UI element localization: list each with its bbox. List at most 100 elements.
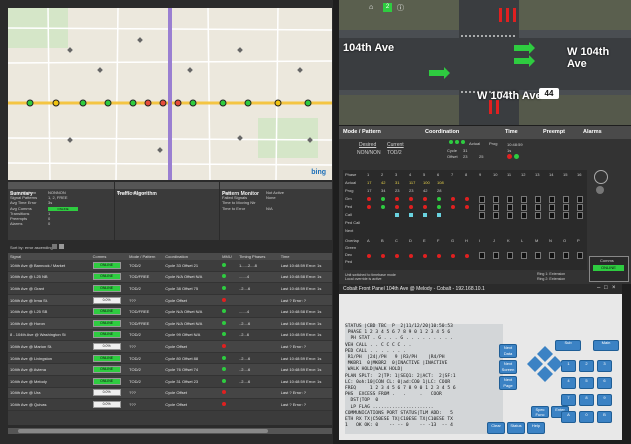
overlap-indicator <box>395 254 399 258</box>
signal-marker[interactable] <box>244 99 252 107</box>
controller-settings-icon[interactable] <box>596 186 604 194</box>
phase-slot <box>577 196 583 203</box>
control-button[interactable]: Clear <box>487 422 505 434</box>
phase-actual-value: 117 <box>409 180 416 185</box>
close-icon[interactable]: × <box>612 285 616 291</box>
table-row[interactable]: 104th Ave @ I-25 NB ONLINE TOD/FREE Cycle N… <box>8 271 332 284</box>
table-row[interactable]: 104th Ave @ Grant ONLINE TOD/2 Cycle 38 Off… <box>8 282 332 295</box>
signal-marker[interactable] <box>304 99 312 107</box>
phase-slot <box>479 196 485 203</box>
coord-cell: Cycle Offset <box>163 340 221 353</box>
table-row[interactable]: 8 - 104th Ave @ Washington St ONLINE TOD/2… <box>8 329 332 342</box>
pattern-monitor-row: Time to Error N/A <box>222 206 330 211</box>
phase-row-label: Ped Call <box>345 220 361 225</box>
mode-cell: TOD/2 <box>127 282 164 295</box>
minimize-icon[interactable]: – <box>597 285 600 291</box>
time-cell: Last 10:48:58 Error: 1s <box>278 317 332 330</box>
left-arrow-icon[interactable] <box>527 356 543 372</box>
direction-pad[interactable] <box>525 344 565 384</box>
table-row[interactable]: 104th Ave @ Irma St. 0.0%??? Cycle Offset L… <box>8 294 332 307</box>
sort-toggle-icon[interactable] <box>59 244 64 249</box>
table-row[interactable]: 104th Ave @ Quivas 0.0%??? Cycle Offset Las… <box>8 398 332 411</box>
home-icon[interactable]: ⌂ <box>369 4 373 11</box>
signal-marker[interactable] <box>26 99 34 107</box>
table-row[interactable]: 104th Ave @ Huron ONLINE TOD/FREE Cycle N/A… <box>8 317 332 330</box>
sort-bar[interactable]: Sort by: error ascending <box>8 242 332 252</box>
phase-slot <box>507 212 513 219</box>
comms-box: Comms ONLINE <box>589 256 629 282</box>
controller-time-value: 10:48:59 <box>507 142 523 147</box>
overlap-letter: M <box>535 238 539 243</box>
phases-cell: ..2....6 <box>237 282 279 295</box>
horizontal-scrollbar[interactable] <box>8 428 332 434</box>
comms-bar: ONLINE <box>92 377 121 385</box>
control-button[interactable]: Help <box>527 422 545 434</box>
phase-slot <box>507 204 513 211</box>
signal-marker[interactable] <box>219 99 227 107</box>
signal-marker[interactable] <box>144 99 152 107</box>
pattern-monitor-label: Time to Error <box>222 205 246 211</box>
info-icon[interactable]: ⓘ <box>397 3 404 13</box>
function-button[interactable]: Spec Func <box>531 406 549 418</box>
keypad-key[interactable]: 5 <box>579 377 594 389</box>
up-arrow-icon[interactable] <box>537 346 553 362</box>
overlap-row-label: Overlap <box>345 238 360 243</box>
main-button[interactable]: Main <box>593 340 619 351</box>
signal-marker[interactable] <box>52 99 60 107</box>
phase-number: 7 <box>451 172 454 177</box>
mmu-status-cell <box>220 352 238 365</box>
keypad-key[interactable]: 9 <box>597 394 612 406</box>
signal-marker[interactable] <box>274 99 282 107</box>
keypad-key[interactable]: B <box>597 411 612 423</box>
keypad-key[interactable]: A <box>561 411 576 423</box>
keypad-key[interactable]: 2 <box>579 360 594 372</box>
controller-dial-icon[interactable] <box>594 170 608 184</box>
table-row[interactable]: 104th Ave @ Aviena ONLINE TOD/2 Cycle 76 Of… <box>8 363 332 376</box>
nav-button[interactable]: Next Data <box>499 344 517 358</box>
table-row[interactable]: 104th Ave @ I-25 SB ONLINE TOD/FREE Cycle N… <box>8 305 332 318</box>
column-header[interactable]: Time <box>278 253 332 260</box>
nav-button[interactable]: Next Page <box>499 376 517 390</box>
table-row[interactable]: 104th Ave @ Bannock / Market ONLINE TOD/2 C… <box>8 260 332 272</box>
signal-marker[interactable] <box>104 99 112 107</box>
overlap-row-label: Dec <box>345 252 353 257</box>
phase-actual-value: 100 <box>423 180 430 185</box>
signal-marker[interactable] <box>159 99 167 107</box>
table-row[interactable]: 104th Ave @ Melody ONLINE TOD/2 Cycle 31 Of… <box>8 375 332 388</box>
signal-marker[interactable] <box>79 99 87 107</box>
signal-marker[interactable] <box>174 99 182 107</box>
scrollbar-thumb[interactable] <box>18 429 268 433</box>
table-row[interactable]: 104th Ave @ Marion St. 0.0%??? Cycle Offse… <box>8 340 332 353</box>
column-header[interactable]: Signal <box>8 253 91 260</box>
column-header[interactable]: Timing Phases <box>237 253 279 260</box>
comms-bar: 0.0% <box>92 389 121 397</box>
control-button[interactable]: Status <box>507 422 525 434</box>
nav-button[interactable]: Next Screen <box>499 360 517 374</box>
keypad-key[interactable]: 7 <box>561 394 576 406</box>
column-header[interactable]: Mode / Pattern <box>127 253 164 260</box>
comms-title: Comms <box>600 258 614 263</box>
maximize-icon[interactable]: □ <box>604 285 608 291</box>
keypad-key[interactable]: 6 <box>597 377 612 389</box>
corridor-map[interactable]: bing <box>8 8 332 180</box>
signal-marker[interactable] <box>189 99 197 107</box>
mmu-status-dot <box>222 401 227 406</box>
column-header[interactable]: Comms <box>90 253 128 260</box>
mmu-status-dot <box>222 320 227 325</box>
sort-label[interactable]: Sort by: error ascending <box>10 245 53 250</box>
comms-bar: 0.0% <box>92 296 121 304</box>
column-header[interactable]: MMU <box>220 253 238 260</box>
table-row[interactable]: 104th Ave @ Ura 0.0%??? Cycle Offset Last ?… <box>8 387 332 400</box>
column-header[interactable]: Coordination <box>163 253 221 260</box>
right-arrow-icon[interactable] <box>547 356 563 372</box>
keypad-key[interactable]: 0 <box>579 411 594 423</box>
overlap-letter: G <box>451 238 455 243</box>
signal-marker[interactable] <box>129 99 137 107</box>
sort-direction-icon[interactable] <box>52 244 57 249</box>
overlap-indicator <box>423 254 427 258</box>
table-row[interactable]: 104th Ave @ Livingston ONLINE TOD/2 Cycle 8… <box>8 352 332 365</box>
keypad-key[interactable]: 8 <box>579 394 594 406</box>
down-arrow-icon[interactable] <box>537 366 553 382</box>
mode-cell: TOD/2 <box>127 260 164 272</box>
keypad-key[interactable]: 3 <box>597 360 612 372</box>
